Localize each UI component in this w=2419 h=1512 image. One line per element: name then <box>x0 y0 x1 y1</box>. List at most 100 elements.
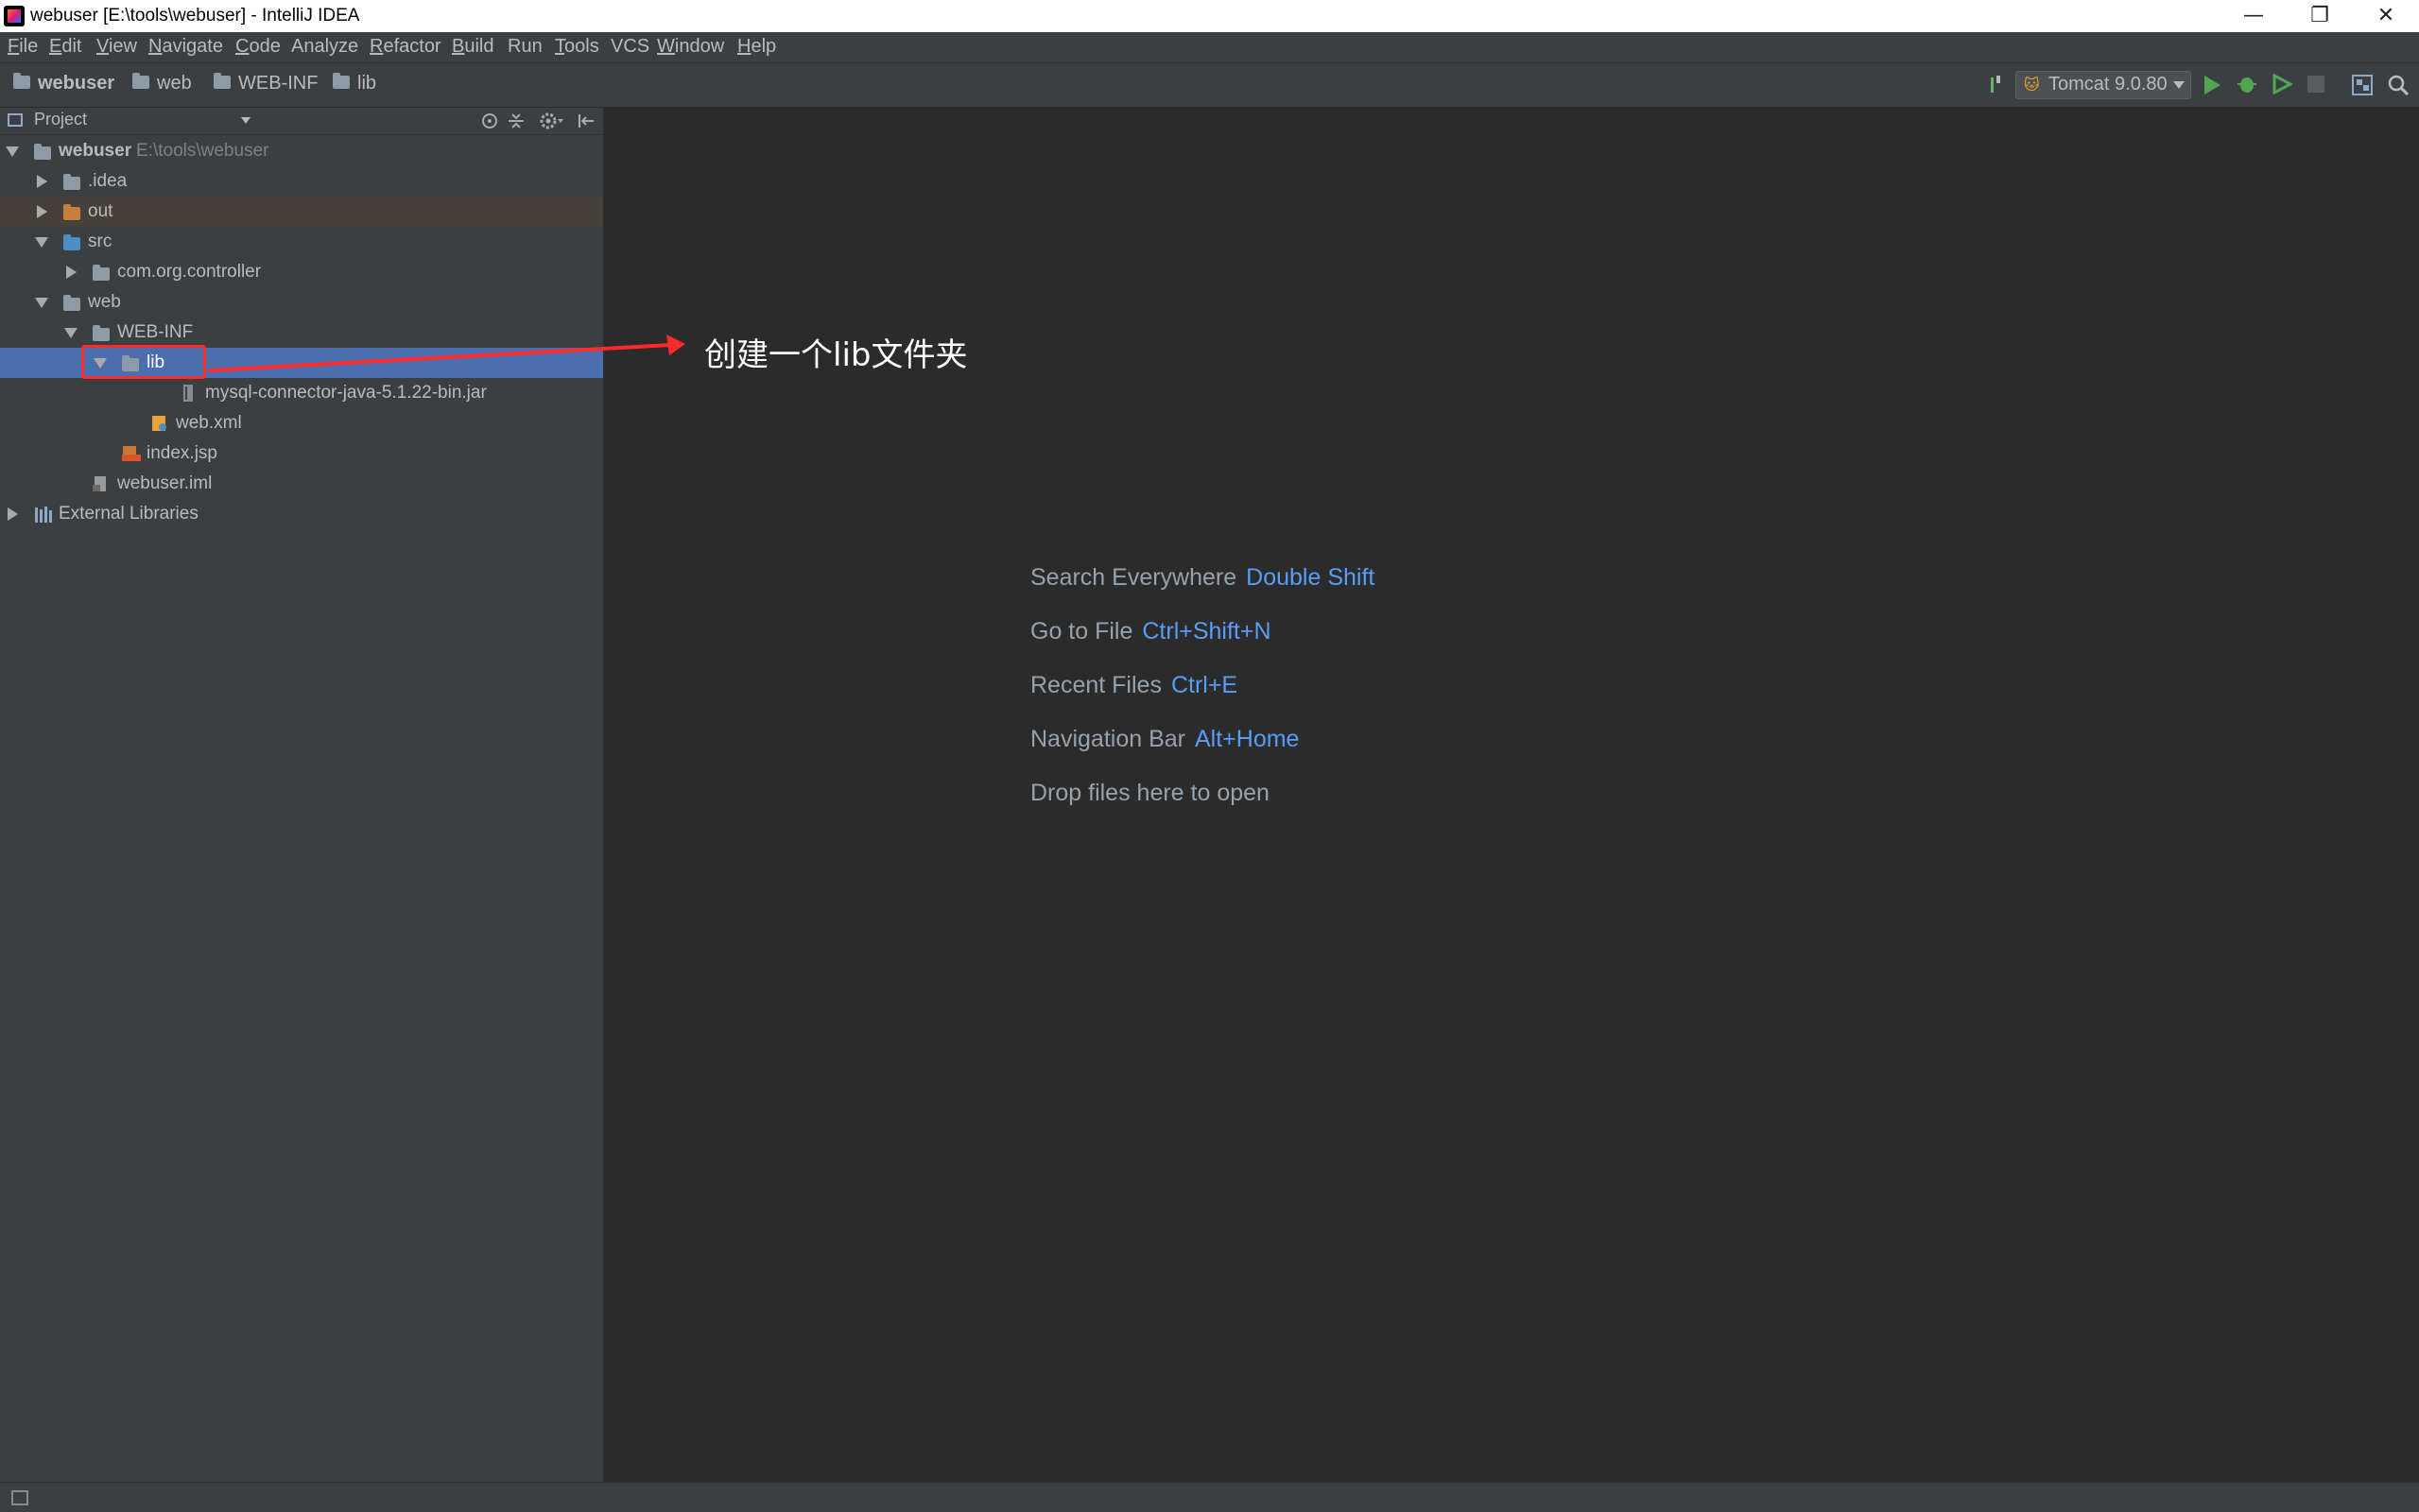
tree-item-label: webuser <box>59 141 132 161</box>
welcome-hint-shortcut: Ctrl+E <box>1170 672 1238 698</box>
welcome-hint-label: Go to File <box>1030 618 1133 644</box>
folder-icon <box>333 72 350 89</box>
tree-item--idea[interactable]: .idea <box>0 166 603 197</box>
tree-item-label: src <box>88 232 112 251</box>
build-hammer-icon[interactable] <box>1989 74 2002 94</box>
menu-file[interactable]: File <box>8 36 38 58</box>
annotation-arrow <box>207 335 685 372</box>
menu-code[interactable]: Code <box>235 36 281 58</box>
welcome-hint: Go to File Ctrl+Shift+N <box>1030 618 1271 645</box>
navigation-bar: webuser web WEB-INF lib 🐱 Tomcat 9.0.80 <box>0 63 2419 108</box>
breadcrumb-lib[interactable]: lib <box>333 72 376 94</box>
menu-window[interactable]: Window <box>657 36 724 58</box>
annotation-text: 创建一个lib文件夹 <box>704 336 968 374</box>
folder-icon <box>132 72 149 89</box>
breadcrumb-web[interactable]: web <box>132 72 192 94</box>
menu-mnemonic: B <box>452 36 465 57</box>
tree-item-web-xml[interactable]: web.xml <box>0 408 603 438</box>
tomcat-icon: 🐱 <box>2024 76 2040 94</box>
welcome-hint-label: Navigation Bar <box>1030 726 1185 752</box>
restore-button[interactable]: ❐ <box>2287 0 2353 32</box>
tree-item-label: mysql-connector-java-5.1.22-bin.jar <box>205 383 487 403</box>
menu-vcs[interactable]: VCS <box>611 36 649 58</box>
tree-item-external-libraries[interactable]: External Libraries <box>0 499 603 529</box>
menu-refactor[interactable]: Refactor <box>370 36 441 58</box>
title-bar: webuser [E:\tools\webuser] - IntelliJ ID… <box>0 0 2419 32</box>
expand-arrow-down-icon[interactable] <box>35 298 48 308</box>
welcome-hint: Drop files here to open <box>1030 780 1270 807</box>
chevron-down-icon[interactable] <box>241 117 251 124</box>
breadcrumb-webuser[interactable]: webuser <box>13 72 114 94</box>
tree-item-webuser-iml[interactable]: webuser.iml <box>0 469 603 499</box>
collapse-all-icon[interactable] <box>507 112 526 134</box>
menu-mnemonic: N <box>148 36 163 57</box>
welcome-hint: Search Everywhere Double Shift <box>1030 564 1374 592</box>
tree-item-label: External Libraries <box>59 504 199 524</box>
gear-icon[interactable] <box>539 112 565 134</box>
tree-item-out[interactable]: out <box>0 197 603 227</box>
run-icon[interactable] <box>2203 75 2221 99</box>
tree-item-label: web.xml <box>176 413 242 433</box>
package-icon <box>93 264 117 286</box>
module-icon <box>34 143 59 165</box>
expand-arrow-right-icon[interactable] <box>37 205 47 218</box>
menu-edit[interactable]: Edit <box>49 36 81 58</box>
tree-item-label: web <box>88 292 121 312</box>
folder-icon <box>93 324 117 347</box>
xml-icon <box>151 415 168 438</box>
iml-icon <box>93 475 108 498</box>
hide-panel-icon[interactable] <box>577 112 596 134</box>
menu-analyze[interactable]: Analyze <box>291 36 358 58</box>
stop-icon[interactable] <box>2307 76 2324 93</box>
tree-item-com-org-controller[interactable]: com.org.controller <box>0 257 603 287</box>
menu-tools[interactable]: Tools <box>555 36 599 58</box>
minimize-button[interactable]: — <box>2220 0 2287 32</box>
welcome-hint-shortcut: Alt+Home <box>1194 726 1300 752</box>
menu-mnemonic: R <box>370 36 384 57</box>
expand-arrow-right-icon[interactable] <box>37 175 47 188</box>
project-structure-icon[interactable] <box>2352 75 2373 99</box>
tree-item-mysql-connector-java-5-1-22-bin-jar[interactable]: mysql-connector-java-5.1.22-bin.jar <box>0 378 603 408</box>
tree-item-web[interactable]: web <box>0 287 603 318</box>
tree-item-label: out <box>88 201 113 221</box>
project-view-selector[interactable]: Project <box>34 110 87 129</box>
expand-arrow-down-icon[interactable] <box>6 146 19 157</box>
menu-mnemonic: E <box>49 36 62 57</box>
module-icon <box>13 72 30 89</box>
tree-item-webuser[interactable]: webuser E:\tools\webuser <box>0 136 603 166</box>
annotation-highlight-box <box>81 345 206 379</box>
search-icon[interactable] <box>2388 75 2410 99</box>
welcome-hint-shortcut: Ctrl+Shift+N <box>1142 618 1271 644</box>
folder-icon <box>214 72 231 89</box>
debug-icon[interactable] <box>2237 74 2257 98</box>
welcome-hint-shortcut: Double Shift <box>1246 564 1375 591</box>
tree-item-index-jsp[interactable]: index.jsp <box>0 438 603 469</box>
menu-view[interactable]: View <box>96 36 137 58</box>
menu-navigate[interactable]: Navigate <box>148 36 223 58</box>
menu-run[interactable]: Run <box>508 36 543 58</box>
editor-empty-area[interactable]: Search Everywhere Double Shift Go to File C… <box>604 108 2419 1482</box>
breadcrumb-web-inf[interactable]: WEB-INF <box>214 72 318 94</box>
folder-icon-blue <box>63 233 88 256</box>
window-title: webuser [E:\tools\webuser] - IntelliJ ID… <box>30 6 360 26</box>
close-button[interactable]: ✕ <box>2353 0 2419 32</box>
welcome-hint-label: Recent Files <box>1030 672 1162 698</box>
expand-arrow-right-icon[interactable] <box>8 507 18 521</box>
jar-icon <box>181 385 196 407</box>
expand-arrow-down-icon[interactable] <box>64 328 78 338</box>
expand-arrow-right-icon[interactable] <box>66 266 77 279</box>
expand-arrow-down-icon[interactable] <box>35 237 48 248</box>
tool-windows-toggle-icon[interactable] <box>11 1490 28 1505</box>
menu-build[interactable]: Build <box>452 36 493 58</box>
tree-item-label: com.org.controller <box>117 262 262 282</box>
menu-mnemonic: W <box>657 36 675 57</box>
menu-mnemonic: V <box>96 36 109 57</box>
locate-target-icon[interactable] <box>480 112 499 134</box>
menu-help[interactable]: Help <box>737 36 776 58</box>
libraries-icon <box>34 506 55 528</box>
folder-icon <box>63 294 88 317</box>
folder-icon <box>63 173 88 196</box>
run-configuration-dropdown[interactable]: 🐱 Tomcat 9.0.80 <box>2015 71 2191 99</box>
run-with-coverage-icon[interactable] <box>2272 73 2294 98</box>
tree-item-src[interactable]: src <box>0 227 603 257</box>
